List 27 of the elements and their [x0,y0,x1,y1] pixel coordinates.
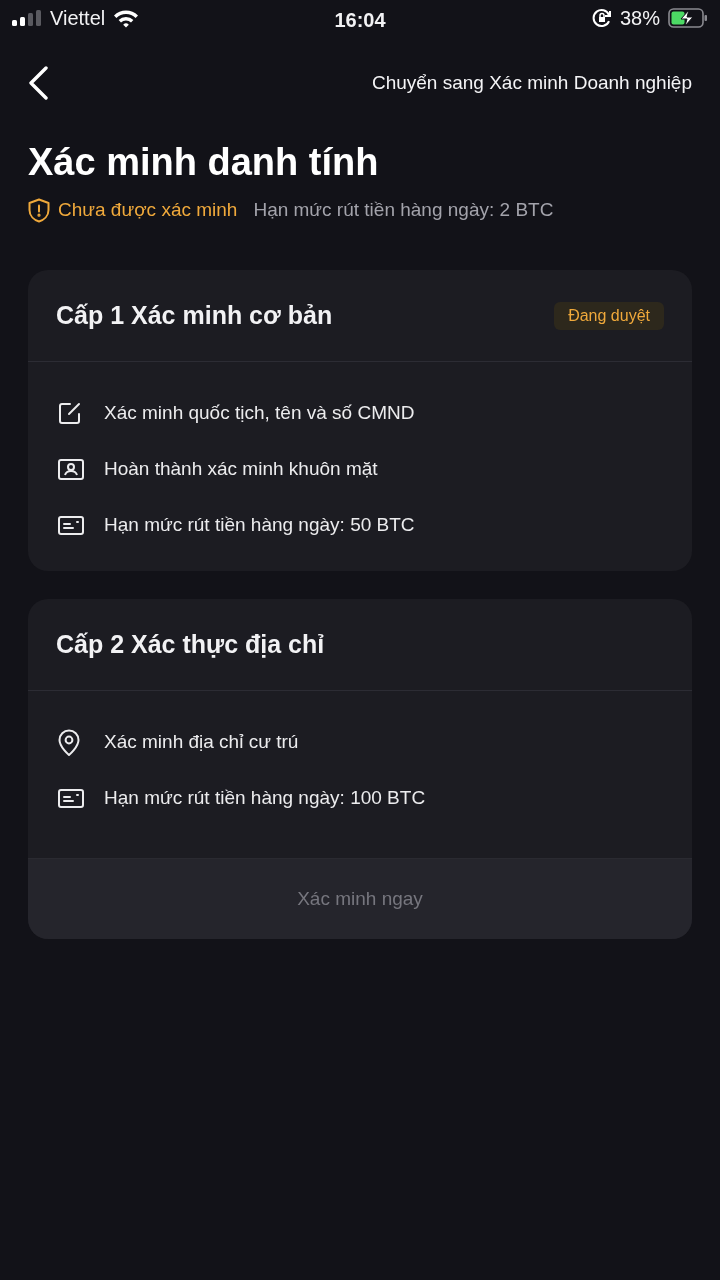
signal-icon [12,10,42,26]
edit-icon [58,401,81,425]
requirement-text: Hạn mức rút tiền hàng ngày: 100 BTC [104,785,426,810]
switch-to-business-link[interactable]: Chuyển sang Xác minh Doanh nghiệp [371,68,692,98]
clock-time: 16:04 [333,8,387,33]
requirement-text: Hạn mức rút tiền hàng ngày: 50 BTC [104,512,415,537]
shield-warning-icon [28,197,50,223]
id-card-icon [58,458,84,480]
withdrawal-limit-text: Hạn mức rút tiền hàng ngày: 2 BTC [253,198,554,222]
level-title: Cấp 2 Xác thực địa chỉ [56,628,325,660]
rotation-lock-icon [591,8,612,28]
location-pin-icon [58,728,80,756]
page-title: Xác minh danh tính [28,140,380,184]
requirement-text: Xác minh quốc tịch, tên và số CMND [104,400,415,425]
card-icon [58,788,84,808]
carrier-name: Viettel [50,6,106,31]
back-button[interactable] [28,66,50,100]
wifi-icon [113,8,140,28]
review-status-tag: Đang duyệt [554,301,664,330]
requirement-text: Xác minh địa chỉ cư trú [104,729,299,754]
card-icon [58,515,84,535]
requirement-text: Hoàn thành xác minh khuôn mặt [104,456,378,481]
battery-percent: 38% [619,6,660,31]
verification-status: Chưa được xác minh [58,198,238,222]
battery-charging-icon [668,8,708,28]
chevron-left-icon [28,66,48,100]
level-title: Cấp 1 Xác minh cơ bản [56,299,333,331]
